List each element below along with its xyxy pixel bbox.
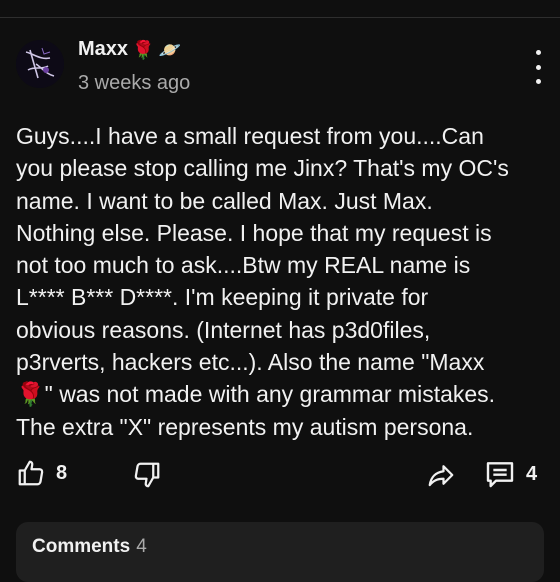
avatar[interactable] xyxy=(16,40,64,88)
like-button[interactable]: 8 xyxy=(16,458,67,488)
post-timestamp[interactable]: 3 weeks ago xyxy=(78,72,190,95)
thumbs-up-icon xyxy=(18,460,44,486)
author-name[interactable]: Maxx xyxy=(78,38,128,61)
comment-button[interactable]: 4 xyxy=(484,458,537,490)
comments-count: 4 xyxy=(136,536,147,557)
rose-emoji: 🌹 xyxy=(132,39,155,60)
thumbs-down-icon xyxy=(134,462,160,488)
avatar-image xyxy=(16,40,64,88)
author-name-row[interactable]: Maxx 🌹 🪐 xyxy=(78,38,181,61)
share-button[interactable] xyxy=(426,460,456,490)
comment-count: 4 xyxy=(526,462,538,485)
comment-icon xyxy=(486,462,514,488)
action-bar: 8 4 xyxy=(0,452,560,496)
planet-emoji: 🪐 xyxy=(158,39,181,60)
dislike-button[interactable] xyxy=(132,460,162,490)
post-body: Guys....I have a small request from you.… xyxy=(16,123,509,440)
comments-section[interactable]: Comments 4 xyxy=(16,522,544,582)
comments-header: Comments 4 xyxy=(32,536,147,558)
like-count: 8 xyxy=(56,461,68,484)
divider xyxy=(0,17,560,18)
more-vertical-icon[interactable] xyxy=(528,50,548,84)
share-icon xyxy=(428,465,454,487)
comments-label: Comments xyxy=(32,536,131,557)
